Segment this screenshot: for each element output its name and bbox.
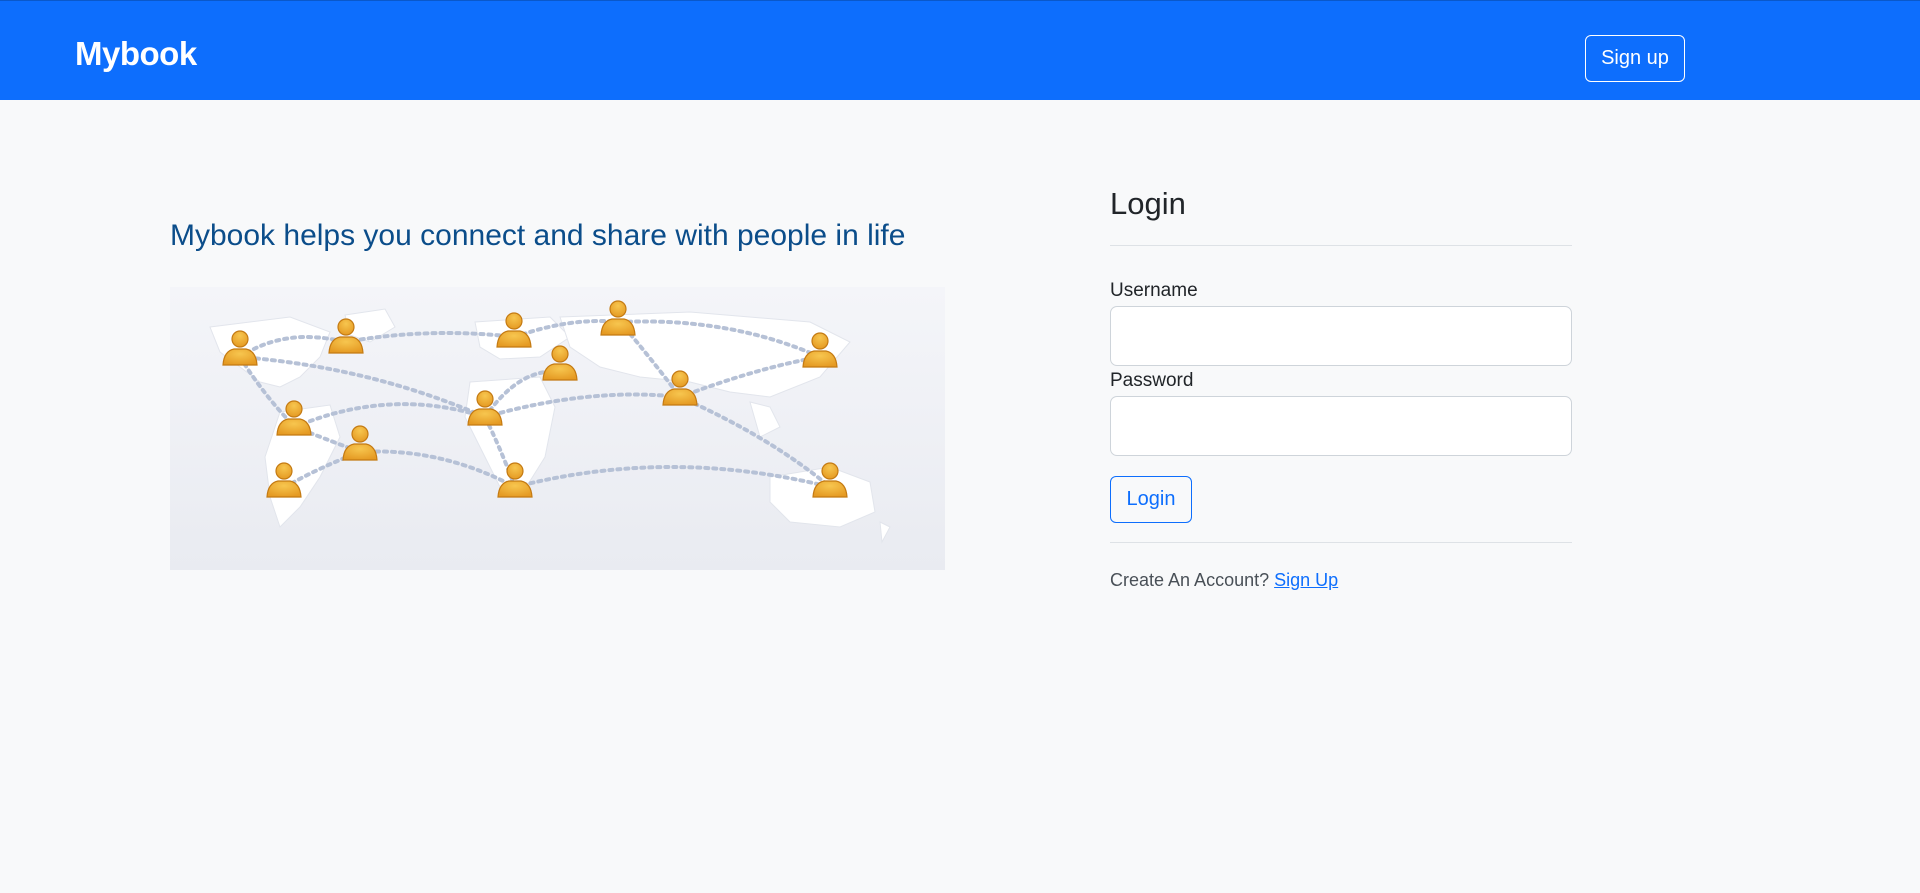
password-label: Password — [1110, 370, 1194, 391]
world-map-illustration — [170, 287, 945, 570]
divider — [1110, 542, 1572, 543]
create-account-prompt: Create An Account? — [1110, 570, 1270, 590]
password-input[interactable] — [1110, 396, 1572, 456]
signup-nav-button[interactable]: Sign up — [1585, 35, 1685, 82]
divider — [1110, 245, 1572, 246]
create-account-text: Create An Account? Sign Up — [1110, 570, 1338, 591]
login-title: Login — [1110, 186, 1186, 221]
login-button[interactable]: Login — [1110, 476, 1192, 523]
world-map-graphic — [209, 300, 891, 544]
navbar: Mybook Sign up — [0, 0, 1920, 100]
brand-logo[interactable]: Mybook — [75, 35, 197, 73]
username-label: Username — [1110, 280, 1198, 301]
hero-tagline: Mybook helps you connect and share with … — [170, 219, 906, 252]
signup-link[interactable]: Sign Up — [1274, 570, 1338, 590]
username-input[interactable] — [1110, 306, 1572, 366]
